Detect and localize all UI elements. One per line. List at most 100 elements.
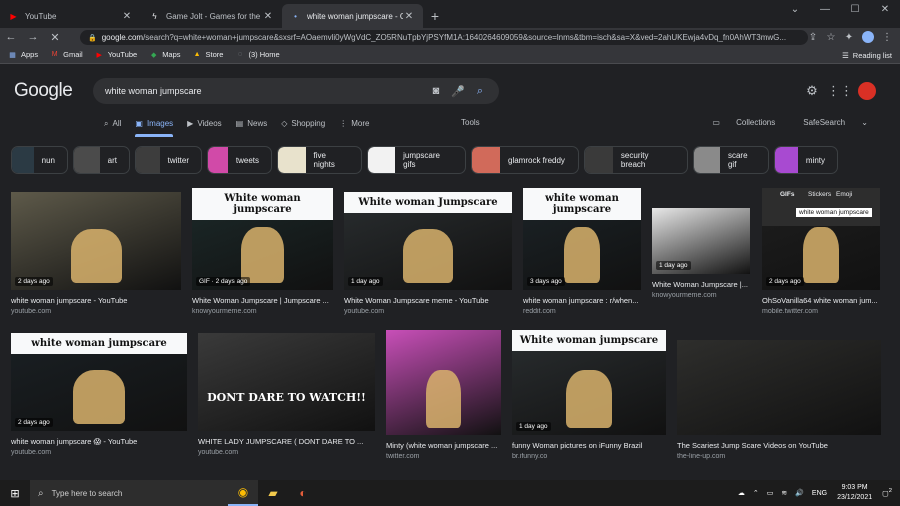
image-result[interactable]: 2 days ago white woman jumpscare - YouTub… <box>11 192 181 315</box>
tab-search-icon[interactable]: ⌄ <box>780 0 810 18</box>
result-thumbnail[interactable]: white woman jumpscare 3 days ago <box>523 188 641 290</box>
image-result[interactable]: DONT DARE TO WATCH!! WHITE LADY JUMPSCARE… <box>198 333 375 456</box>
account-avatar[interactable] <box>858 82 876 100</box>
bookmark-home[interactable]: ◌ (3) Home <box>235 50 280 59</box>
result-caption[interactable]: Minty (white woman jumpscare ... <box>386 441 501 450</box>
tab-images[interactable]: ▣ Images <box>135 115 173 137</box>
tab-shopping[interactable]: ◇ Shopping <box>281 115 325 132</box>
app-taskbar-icon[interactable]: ◐ <box>288 480 318 506</box>
reading-list[interactable]: ☰ Reading list <box>842 46 892 64</box>
address-bar[interactable]: 🔒 google.com/search?q=white+woman+jumpsc… <box>80 30 808 45</box>
result-source[interactable]: reddit.com <box>523 308 641 315</box>
result-caption[interactable]: white woman jumpscare : r/when... <box>523 296 641 305</box>
chrome-taskbar-icon[interactable]: ◉ <box>228 480 258 506</box>
notifications-icon[interactable]: ▢2 <box>882 488 892 497</box>
result-caption[interactable]: funny Woman pictures on iFunny Brazil <box>512 441 666 450</box>
result-thumbnail[interactable]: 1 day ago <box>652 208 750 274</box>
profile-avatar[interactable] <box>862 31 874 43</box>
minimize-icon[interactable]: — <box>810 0 840 18</box>
language-indicator[interactable]: ENG <box>812 490 827 497</box>
result-source[interactable]: youtube.com <box>198 449 375 456</box>
forward-icon[interactable]: → <box>22 28 44 46</box>
bookmark-gmail[interactable]: M Gmail <box>50 50 83 59</box>
safesearch-link[interactable]: SafeSearch ⌄ <box>789 118 868 127</box>
result-source[interactable]: youtube.com <box>11 449 187 456</box>
bookmark-youtube[interactable]: ▶ YouTube <box>95 50 138 59</box>
result-caption[interactable]: WHITE LADY JUMPSCARE ( DONT DARE TO ... <box>198 437 375 446</box>
image-result[interactable]: The Scariest Jump Scare Videos on YouTub… <box>677 340 881 460</box>
result-thumbnail[interactable]: White woman jumpscare 1 day ago <box>512 330 666 435</box>
tab-all[interactable]: ⌕ All <box>104 115 121 132</box>
result-thumbnail[interactable]: GIFs Stickers Emoji white woman jumpscare 2 … <box>762 188 880 290</box>
related-chip[interactable]: twitter <box>135 146 202 174</box>
google-logo[interactable]: Google <box>14 80 73 102</box>
apps-icon[interactable]: ⋮⋮ <box>826 83 854 99</box>
clock[interactable]: 9:03 PM 23/12/2021 <box>837 483 872 503</box>
taskbar-search[interactable]: ⌕ Type here to search <box>30 480 228 506</box>
microphone-icon[interactable]: 🎤 <box>447 85 469 98</box>
result-source[interactable]: mobile.twitter.com <box>762 308 880 315</box>
result-source[interactable]: twitter.com <box>386 453 501 460</box>
tab-youtube[interactable]: ▶ YouTube ✕ <box>0 4 141 28</box>
related-chip[interactable]: art <box>73 146 130 174</box>
related-chip[interactable]: security breach <box>584 146 688 174</box>
result-thumbnail[interactable]: white woman jumpscare 2 days ago <box>11 333 187 431</box>
tab-more[interactable]: ⋮ More <box>339 115 369 132</box>
tab-videos[interactable]: ▶ Videos <box>187 115 221 132</box>
image-result[interactable]: White woman jumpscare GIF · 2 days ago Whi… <box>192 188 333 315</box>
windows-start-icon[interactable]: ⊞ <box>0 480 30 506</box>
menu-icon[interactable]: ⋮ <box>878 32 896 43</box>
result-source[interactable]: youtube.com <box>344 308 512 315</box>
search-icon[interactable]: ⌕ <box>469 85 491 98</box>
related-chip[interactable]: tweets <box>207 146 272 174</box>
new-tab-button[interactable]: + <box>425 4 445 28</box>
result-caption[interactable]: White Woman Jumpscare meme - YouTube <box>344 296 512 305</box>
result-caption[interactable]: OhSoVanilla64 white woman jum... <box>762 296 880 305</box>
search-box[interactable]: white woman jumpscare ◙ 🎤 ⌕ <box>93 78 499 104</box>
result-thumbnail[interactable]: White woman Jumpscare 1 day ago <box>344 192 512 290</box>
image-result[interactable]: 1 day ago White Woman Jumpscare |... knowy… <box>652 208 750 299</box>
result-caption[interactable]: white woman jumpscare - YouTube <box>11 296 181 305</box>
bookmark-maps[interactable]: ◆ Maps <box>149 50 181 59</box>
gear-icon[interactable]: ⚙ <box>798 83 826 99</box>
image-result[interactable]: Minty (white woman jumpscare ... twitter.… <box>386 330 501 460</box>
close-icon[interactable]: ✕ <box>121 11 133 22</box>
result-thumbnail[interactable]: DONT DARE TO WATCH!! <box>198 333 375 431</box>
result-source[interactable]: br.ifunny.co <box>512 453 666 460</box>
related-chip[interactable]: nun <box>11 146 68 174</box>
star-icon[interactable]: ☆ <box>822 32 840 43</box>
volume-icon[interactable]: 🔊 <box>795 489 804 497</box>
search-query[interactable]: white woman jumpscare <box>105 86 202 96</box>
share-icon[interactable]: ⇪ <box>804 32 822 43</box>
stop-icon[interactable]: ✕ <box>44 28 66 46</box>
result-source[interactable]: knowyourmeme.com <box>652 292 750 299</box>
related-chip[interactable]: scare gif <box>693 146 769 174</box>
file-explorer-icon[interactable]: ▰ <box>258 480 288 506</box>
close-icon[interactable]: ✕ <box>262 11 274 22</box>
result-thumbnail[interactable] <box>677 340 881 435</box>
tab-gamejolt[interactable]: ϟ Game Jolt - Games for the love of it ✕ <box>141 4 282 28</box>
tab-news[interactable]: ▤ News <box>236 115 268 132</box>
result-source[interactable]: the-line-up.com <box>677 453 881 460</box>
close-icon[interactable]: ✕ <box>403 11 415 22</box>
camera-icon[interactable]: ◙ <box>425 85 447 97</box>
bookmark-apps[interactable]: ▦ Apps <box>8 50 38 59</box>
result-thumbnail[interactable] <box>386 330 501 435</box>
image-result[interactable]: white woman jumpscare 3 days ago white wom… <box>523 188 641 315</box>
weather-icon[interactable]: ☁ <box>738 489 745 497</box>
tab-google-search[interactable]: • white woman jumpscare - Google Search … <box>282 4 423 28</box>
maximize-icon[interactable]: ☐ <box>840 0 870 18</box>
back-icon[interactable]: ← <box>0 28 22 46</box>
related-chip[interactable]: jumpscare gifs <box>367 146 466 174</box>
result-thumbnail[interactable]: White woman jumpscare GIF · 2 days ago <box>192 188 333 290</box>
wifi-icon[interactable]: ≋ <box>781 489 787 497</box>
result-source[interactable]: youtube.com <box>11 308 181 315</box>
extensions-icon[interactable]: ✦ <box>840 32 858 43</box>
result-thumbnail[interactable]: 2 days ago <box>11 192 181 290</box>
image-result[interactable]: White woman jumpscare 1 day ago funny Woma… <box>512 330 666 460</box>
related-chip[interactable]: five nights <box>277 146 362 174</box>
image-result[interactable]: GIFs Stickers Emoji white woman jumpscare 2 … <box>762 188 880 315</box>
image-result[interactable]: White woman Jumpscare 1 day ago White Woma… <box>344 192 512 315</box>
image-result[interactable]: white woman jumpscare 2 days ago white wom… <box>11 333 187 456</box>
bookmark-store[interactable]: ▲ Store <box>193 50 224 59</box>
